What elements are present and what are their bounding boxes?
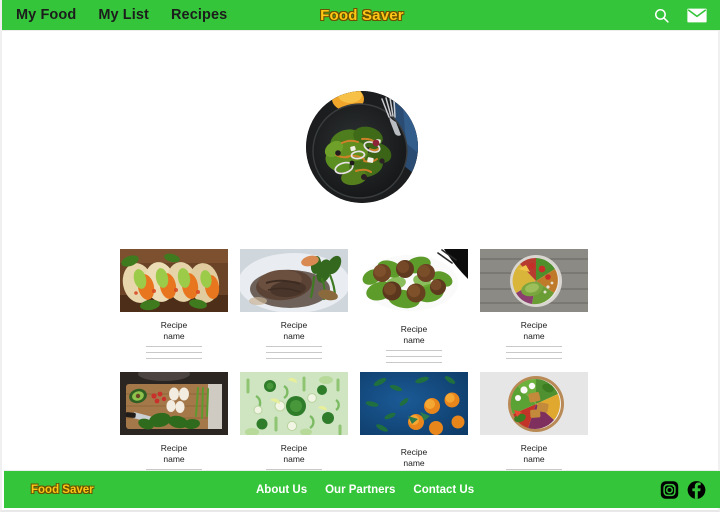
recipe-title-line2: name bbox=[163, 331, 185, 342]
recipe-title: Recipe name bbox=[480, 443, 588, 466]
recipe-title-line2: name bbox=[403, 335, 425, 346]
recipe-title: Recipe name bbox=[120, 443, 228, 466]
recipe-placeholder-lines bbox=[266, 345, 322, 359]
footer-link-contact-us[interactable]: Contact Us bbox=[413, 484, 474, 496]
placeholder-line bbox=[266, 345, 322, 347]
primary-nav: My Food My List Recipes bbox=[16, 0, 227, 31]
placeholder-line bbox=[146, 351, 202, 353]
footer-link-about-us[interactable]: About Us bbox=[256, 484, 307, 496]
recipe-title: Recipe name bbox=[240, 443, 348, 466]
site-header: My Food My List Recipes Food Saver bbox=[2, 0, 720, 31]
recipe-title: Recipe name bbox=[120, 320, 228, 343]
recipe-title: Recipe name bbox=[240, 320, 348, 343]
recipe-image bbox=[120, 249, 228, 312]
recipe-title-line1: Recipe bbox=[280, 442, 308, 453]
placeholder-line bbox=[146, 357, 202, 359]
recipe-card[interactable]: Recipe name bbox=[480, 371, 588, 486]
recipe-title-line2: name bbox=[283, 454, 305, 465]
placeholder-line bbox=[386, 361, 442, 363]
instagram-icon[interactable] bbox=[660, 480, 679, 499]
hero-section bbox=[2, 91, 720, 203]
recipe-image bbox=[240, 371, 348, 435]
footer-brand[interactable]: Food Saver bbox=[31, 484, 94, 496]
footer-link-our-partners[interactable]: Our Partners bbox=[325, 484, 395, 496]
recipe-card[interactable]: Recipe name bbox=[120, 249, 228, 363]
recipe-placeholder-lines bbox=[506, 345, 562, 359]
recipe-image bbox=[360, 249, 468, 312]
site-title: Food Saver bbox=[320, 7, 404, 24]
placeholder-line bbox=[386, 355, 442, 357]
recipe-title-line2: name bbox=[403, 458, 425, 469]
recipe-image bbox=[240, 249, 348, 312]
recipe-card[interactable]: Recipe name bbox=[360, 249, 468, 363]
nav-item-my-list[interactable]: My List bbox=[98, 8, 149, 23]
recipe-placeholder-lines bbox=[146, 345, 202, 359]
recipe-image bbox=[120, 371, 228, 435]
header-actions bbox=[650, 0, 708, 31]
recipe-image bbox=[360, 371, 468, 435]
recipe-title-line2: name bbox=[163, 454, 185, 465]
recipe-image bbox=[480, 371, 588, 435]
recipe-card[interactable]: Recipe name bbox=[480, 249, 588, 363]
placeholder-line bbox=[506, 357, 562, 359]
facebook-icon[interactable] bbox=[687, 480, 706, 499]
recipe-placeholder-lines bbox=[386, 349, 442, 363]
recipe-card[interactable]: Recipe name bbox=[120, 371, 228, 486]
recipe-title-line2: name bbox=[523, 331, 545, 342]
recipe-title-line1: Recipe bbox=[520, 442, 548, 453]
recipe-title-line2: name bbox=[523, 454, 545, 465]
recipe-card[interactable]: Recipe name bbox=[360, 371, 468, 486]
recipe-card[interactable]: Recipe name bbox=[240, 371, 348, 486]
recipe-grid: Recipe name Recipe name Recipe name Reci… bbox=[120, 249, 605, 486]
placeholder-line bbox=[266, 351, 322, 353]
nav-item-my-food[interactable]: My Food bbox=[16, 8, 76, 23]
recipe-title-line1: Recipe bbox=[400, 446, 428, 457]
recipe-title: Recipe name bbox=[360, 324, 468, 347]
placeholder-line bbox=[506, 351, 562, 353]
recipe-image bbox=[480, 249, 588, 312]
app-page: My Food My List Recipes Food Saver Recip… bbox=[0, 0, 720, 512]
placeholder-line bbox=[146, 345, 202, 347]
mail-icon[interactable] bbox=[686, 5, 708, 27]
recipe-title: Recipe name bbox=[360, 447, 468, 470]
placeholder-line bbox=[266, 357, 322, 359]
recipe-title-line1: Recipe bbox=[160, 320, 188, 330]
placeholder-line bbox=[506, 345, 562, 347]
placeholder-line bbox=[386, 349, 442, 351]
nav-item-recipes[interactable]: Recipes bbox=[171, 8, 227, 23]
recipe-title: Recipe name bbox=[480, 320, 588, 343]
recipe-title-line1: Recipe bbox=[520, 320, 548, 330]
recipe-title-line2: name bbox=[283, 331, 305, 342]
footer-nav: About Us Our Partners Contact Us bbox=[256, 484, 474, 496]
hero-image bbox=[306, 91, 418, 203]
recipe-title-line1: Recipe bbox=[160, 442, 188, 453]
recipe-title-line1: Recipe bbox=[280, 320, 308, 330]
recipe-card[interactable]: Recipe name bbox=[240, 249, 348, 363]
search-icon[interactable] bbox=[650, 5, 672, 27]
site-footer: Food Saver About Us Our Partners Contact… bbox=[4, 470, 720, 508]
footer-social bbox=[660, 480, 706, 499]
recipe-title-line1: Recipe bbox=[400, 324, 428, 334]
